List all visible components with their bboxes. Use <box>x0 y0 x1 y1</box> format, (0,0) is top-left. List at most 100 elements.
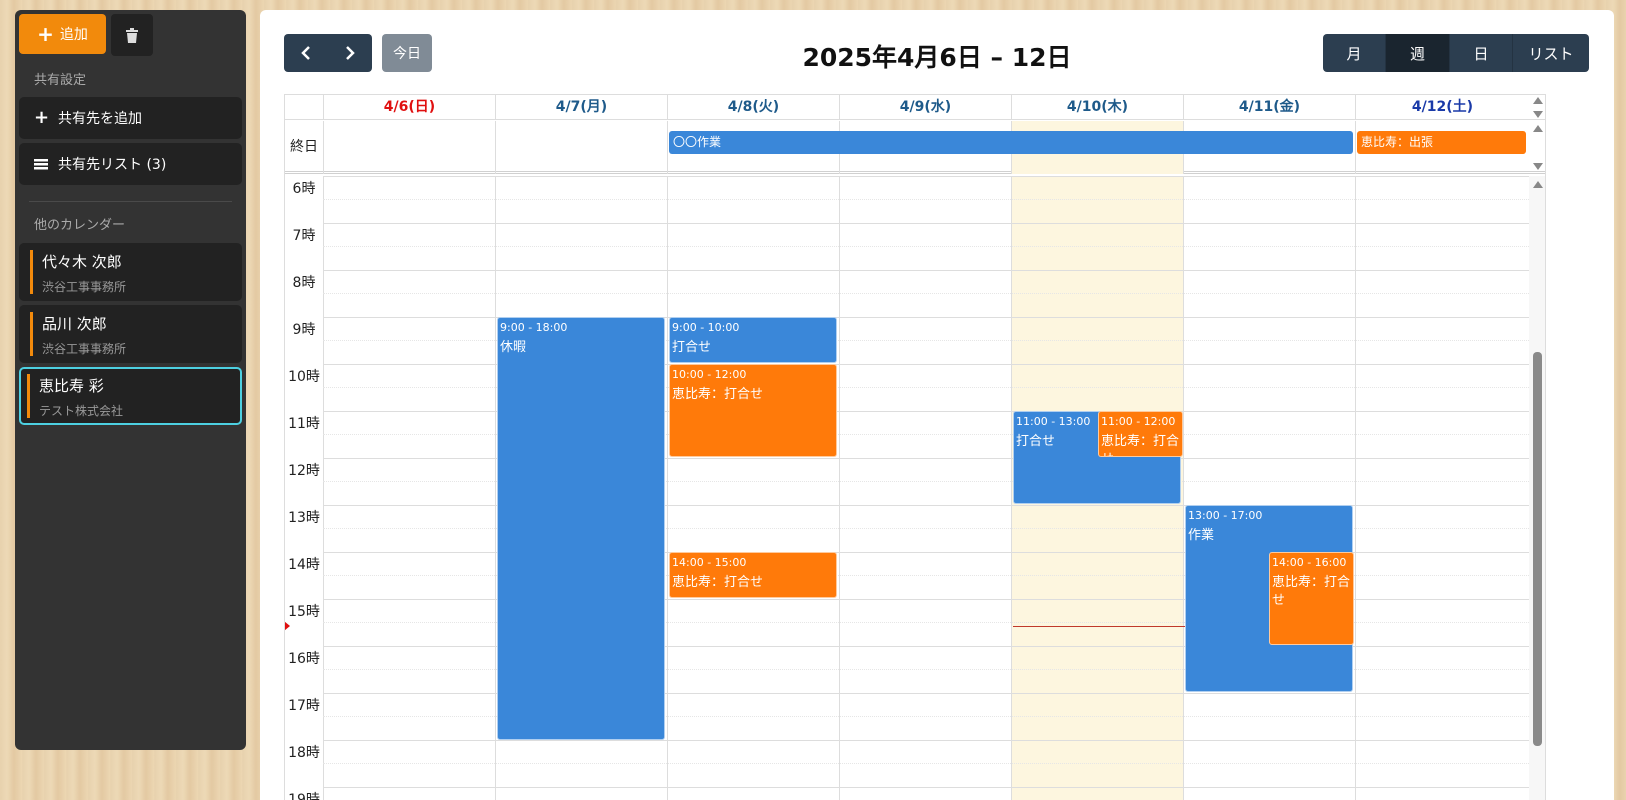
event-title: 恵比寿：打合せ <box>1272 575 1351 608</box>
divider <box>29 201 232 202</box>
event-time: 10:00 - 12:00 <box>672 368 747 381</box>
day-header[interactable]: 4/10(木) <box>1011 95 1183 120</box>
scroll-up-arrow-icon[interactable] <box>1533 97 1543 104</box>
half-hour-line <box>323 246 1529 247</box>
hour-label: 18時 <box>288 745 320 761</box>
now-indicator-arrow-icon <box>285 621 290 631</box>
calendar-event[interactable]: 10:00 - 12:00 恵比寿：打合せ <box>669 364 837 457</box>
day-header[interactable]: 4/8(火) <box>667 95 839 120</box>
event-title: 恵比寿：打合せ <box>672 387 764 402</box>
calendar-event[interactable]: 9:00 - 18:00 休暇 <box>497 317 665 740</box>
hour-label: 6時 <box>292 181 316 197</box>
calendar-owner-org: 渋谷工事事務所 <box>42 280 127 294</box>
scroll-down-arrow-icon[interactable] <box>1533 163 1543 170</box>
calendar-item-selected[interactable]: 恵比寿 彩 テスト株式会社 <box>19 367 242 425</box>
event-time: 9:00 - 18:00 <box>500 321 568 334</box>
time-grid: 6時 7時 8時 9時 10時 11時 12時 13時 14時 15時 16時 … <box>285 176 1545 800</box>
hour-label: 9時 <box>292 322 316 338</box>
event-title: 休暇 <box>500 340 527 355</box>
vertical-scrollbar[interactable] <box>1529 176 1545 800</box>
event-time: 14:00 - 16:00 <box>1272 556 1347 569</box>
day-header[interactable]: 4/12(土) <box>1355 95 1529 120</box>
hour-line <box>323 176 1529 177</box>
allday-row: 終日 〇〇作業 恵比寿：出張 <box>285 121 1545 174</box>
hour-label: 7時 <box>292 228 316 244</box>
calendar-color-bar <box>27 374 30 418</box>
event-title: 作業 <box>1188 528 1215 543</box>
share-list-label: 共有先リスト (3) <box>58 157 167 173</box>
hour-label: 19時 <box>288 792 320 800</box>
allday-event[interactable]: 恵比寿：出張 <box>1357 131 1526 154</box>
hour-line <box>323 740 1529 741</box>
calendar-color-bar <box>30 312 33 356</box>
calendar-event[interactable]: 9:00 - 10:00 打合せ <box>669 317 837 363</box>
calendar-item[interactable]: 代々木 次郎 渋谷工事事務所 <box>19 243 242 301</box>
view-switcher: 月 週 日 リスト <box>1323 34 1589 72</box>
shared-settings-label: 共有設定 <box>34 73 87 88</box>
hour-label: 17時 <box>288 698 320 714</box>
allday-label: 終日 <box>290 139 318 155</box>
calendar-owner-name: 恵比寿 彩 <box>39 377 104 395</box>
hour-label: 14時 <box>288 557 320 573</box>
hour-line <box>323 787 1529 788</box>
hour-label: 11時 <box>288 416 320 432</box>
event-time: 13:00 - 17:00 <box>1188 509 1263 522</box>
list-icon <box>34 159 48 170</box>
allday-cell[interactable] <box>323 121 495 174</box>
calendar-panel: 今日 2025年4月6日 – 12日 月 週 日 リスト 4/6(日) 4/7(… <box>260 10 1614 800</box>
add-share-label: 共有先を追加 <box>58 111 142 127</box>
view-month-button[interactable]: 月 <box>1323 34 1386 72</box>
plus-icon: + <box>34 107 50 128</box>
day-header[interactable]: 4/7(月) <box>495 95 667 120</box>
scroll-down-arrow-icon[interactable] <box>1533 111 1543 118</box>
scrollbar-thumb[interactable] <box>1533 352 1542 746</box>
view-week-button[interactable]: 週 <box>1386 34 1450 72</box>
calendar-event[interactable]: 14:00 - 15:00 恵比寿：打合せ <box>669 552 837 598</box>
allday-event[interactable]: 〇〇作業 <box>669 131 1353 154</box>
event-title: 打合せ <box>672 340 712 355</box>
scroll-up-arrow-icon[interactable] <box>1533 181 1543 188</box>
hour-label: 13時 <box>288 510 320 526</box>
calendar-event[interactable]: 14:00 - 16:00 恵比寿：打合せ <box>1269 552 1354 645</box>
half-hour-line <box>323 293 1529 294</box>
calendar-event[interactable]: 11:00 - 12:00 恵比寿：打合せ <box>1098 411 1183 457</box>
day-header[interactable]: 4/11(金) <box>1183 95 1355 120</box>
week-calendar: 4/6(日) 4/7(月) 4/8(火) 4/9(水) 4/10(木) 4/11… <box>284 94 1546 800</box>
other-calendars-label: 他のカレンダー <box>34 218 126 233</box>
day-header-row: 4/6(日) 4/7(月) 4/8(火) 4/9(水) 4/10(木) 4/11… <box>285 95 1545 120</box>
now-indicator-line <box>1013 626 1185 627</box>
allday-cell[interactable] <box>495 121 667 174</box>
event-time: 11:00 - 12:00 <box>1101 415 1176 428</box>
calendar-color-bar <box>30 250 33 294</box>
delete-button[interactable] <box>111 14 153 56</box>
calendar-owner-name: 代々木 次郎 <box>42 253 122 271</box>
calendar-owner-org: 渋谷工事事務所 <box>42 342 127 356</box>
calendar-owner-org: テスト株式会社 <box>39 404 124 418</box>
half-hour-line <box>323 763 1529 764</box>
day-header[interactable]: 4/9(水) <box>839 95 1011 120</box>
calendar-item[interactable]: 品川 次郎 渋谷工事事務所 <box>19 305 242 363</box>
scroll-up-arrow-icon[interactable] <box>1533 125 1543 132</box>
hour-label: 8時 <box>292 275 316 291</box>
add-button[interactable]: + 追加 <box>19 14 106 54</box>
day-header[interactable]: 4/6(日) <box>323 95 495 120</box>
view-day-button[interactable]: 日 <box>1450 34 1513 72</box>
event-time: 14:00 - 15:00 <box>672 556 747 569</box>
plus-icon: + <box>37 22 54 46</box>
hour-line <box>323 270 1529 271</box>
trash-icon <box>126 27 138 43</box>
view-list-button[interactable]: リスト <box>1513 34 1589 72</box>
calendar-owner-name: 品川 次郎 <box>42 315 107 333</box>
add-share-button[interactable]: + 共有先を追加 <box>19 97 242 139</box>
hour-line <box>323 223 1529 224</box>
event-time: 9:00 - 10:00 <box>672 321 740 334</box>
hour-label: 10時 <box>288 369 320 385</box>
share-list-button[interactable]: 共有先リスト (3) <box>19 143 242 185</box>
sidebar: + 追加 共有設定 + 共有先を追加 共有先リスト (3) 他のカレンダー 代々… <box>15 10 246 750</box>
event-title: 恵比寿：打合せ <box>672 575 764 590</box>
hour-label: 12時 <box>288 463 320 479</box>
hour-label: 15時 <box>288 604 320 620</box>
add-button-label: 追加 <box>59 27 88 43</box>
half-hour-line <box>323 199 1529 200</box>
event-title: 恵比寿：打合せ <box>1101 434 1180 456</box>
